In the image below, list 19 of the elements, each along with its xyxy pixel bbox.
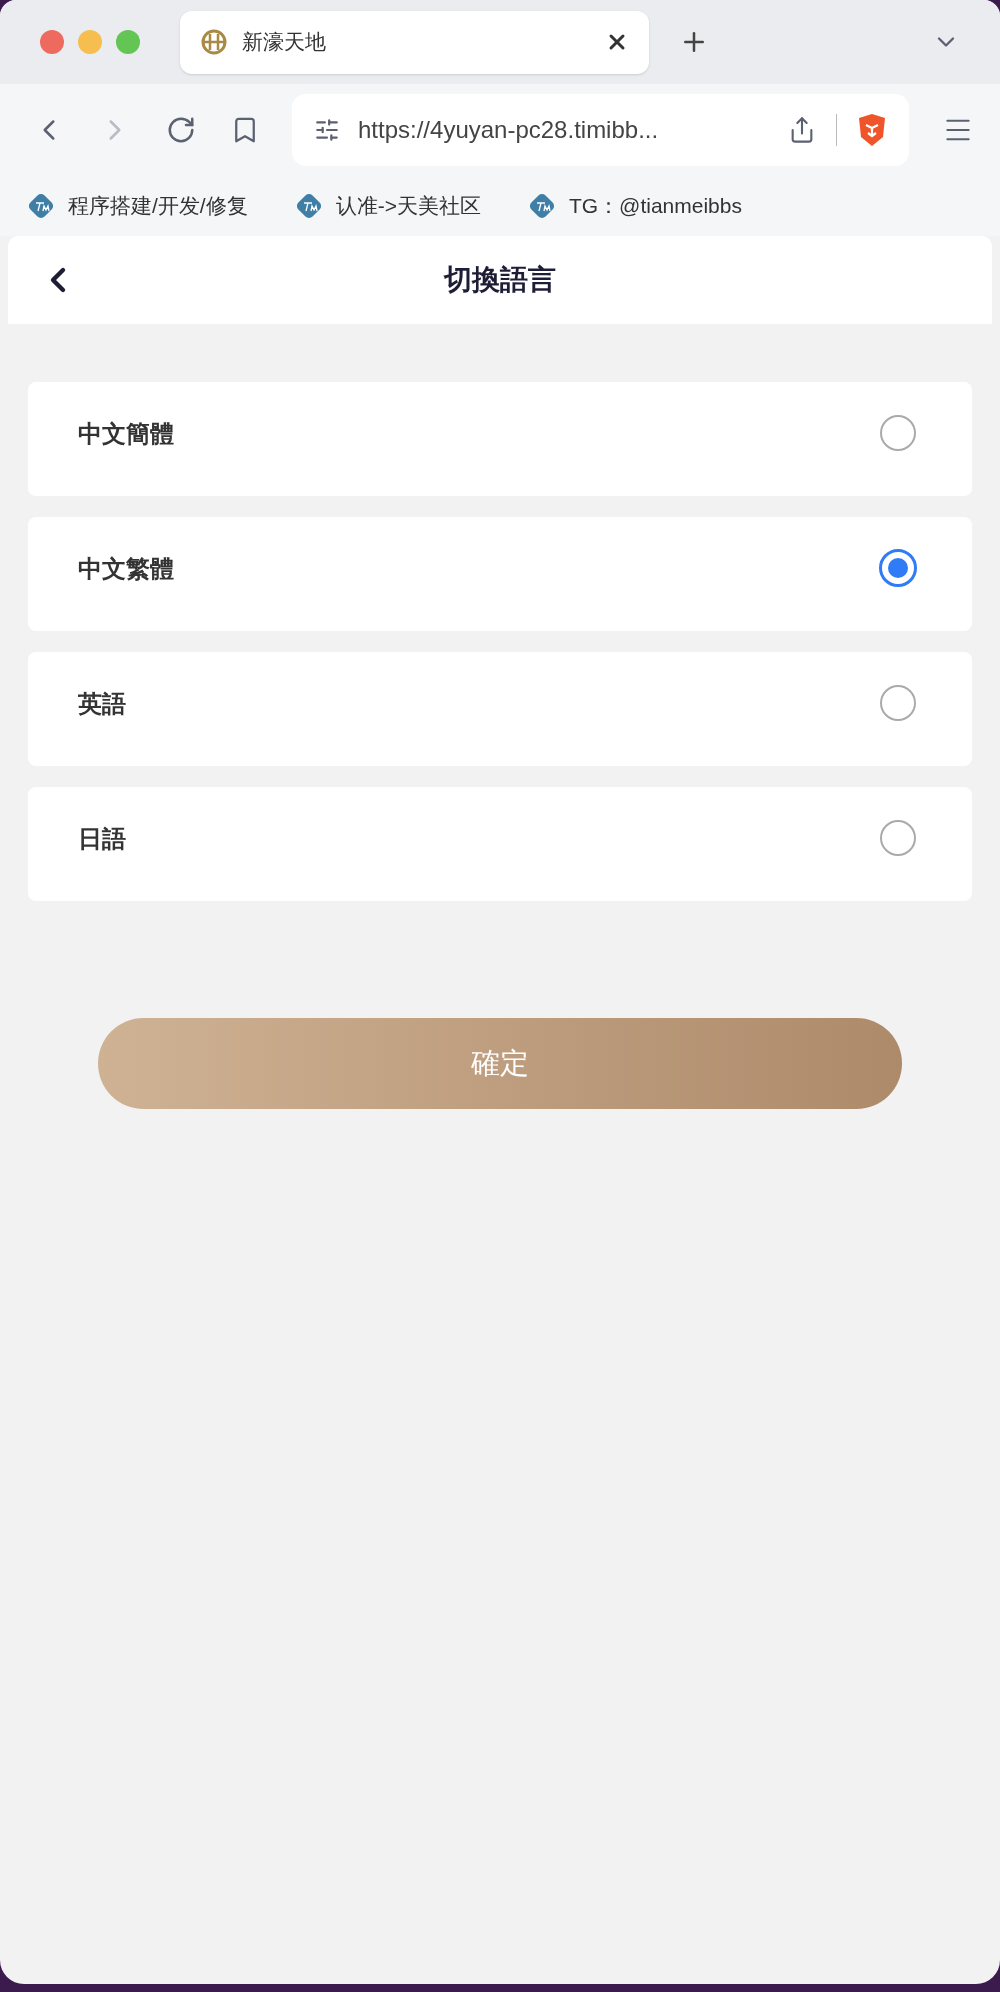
bookmark-link[interactable]: 程序搭建/开发/修复 [26, 189, 248, 222]
language-option[interactable]: 中文繁體 [28, 517, 972, 631]
language-option[interactable]: 中文簡體 [28, 382, 972, 496]
site-logo-icon [200, 28, 228, 56]
tab-title: 新濠天地 [242, 29, 327, 56]
radio-button[interactable] [880, 685, 916, 721]
radio-button[interactable] [880, 415, 916, 451]
bookmark-link[interactable]: TG：@tianmeibbs [526, 189, 742, 222]
page-title: 切換語言 [444, 263, 556, 297]
radio-button[interactable] [879, 549, 917, 587]
address-bar[interactable]: https://4yuyan-pc28.timibb... [292, 93, 909, 166]
language-option[interactable]: 日語 [28, 787, 972, 901]
bookmark-link[interactable]: 认准->天美社区 [293, 189, 481, 222]
close-window-icon[interactable] [40, 30, 64, 54]
language-option[interactable]: 英語 [28, 652, 972, 766]
url-text: https://4yuyan-pc28.timibb... [358, 114, 660, 145]
browser-tab[interactable]: 新濠天地 [180, 10, 649, 74]
site-settings-icon[interactable] [314, 116, 340, 143]
radio-button[interactable] [880, 820, 916, 856]
